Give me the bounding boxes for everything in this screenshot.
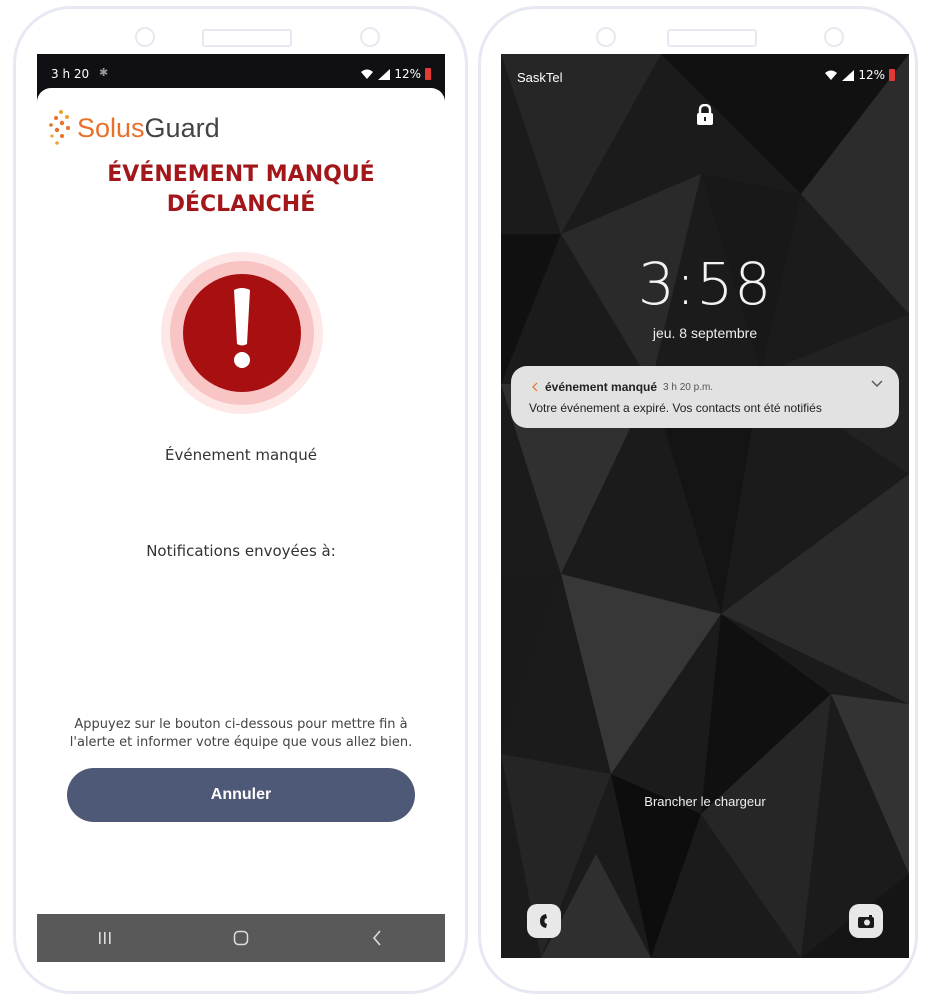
recent-apps-icon [99, 932, 111, 944]
logo-text-solus: Solus [77, 112, 145, 143]
logo-dots-icon [49, 110, 70, 145]
camera-icon [858, 914, 874, 928]
battery-percent: 12% [858, 68, 885, 82]
sensor [824, 27, 844, 47]
back-icon [372, 930, 381, 946]
lock-icon [697, 104, 713, 125]
lock-screen: SaskTel 12% 3:58 jeu. 8 septembre événem… [501, 54, 909, 958]
signal-icon [378, 68, 391, 80]
alert-card: SolusGuard ÉVÉNEMENT MANQUÉ DÉCLANCHÉ Év… [37, 88, 445, 914]
notification-title: événement manqué [545, 380, 658, 394]
notification-card[interactable]: événement manqué 3 h 20 p.m. Votre événe… [511, 366, 899, 428]
camera-shortcut-button[interactable] [849, 904, 883, 938]
battery-icon [889, 69, 895, 81]
back-button[interactable] [357, 923, 397, 953]
front-camera [135, 27, 155, 47]
home-button[interactable] [221, 923, 261, 953]
phone-shortcut-button[interactable] [527, 904, 561, 938]
phone-icon [540, 914, 547, 928]
solusguard-app-screen: 3 h 20 ✱ 12% SolusGuard ÉVÉNEMENT MANQUÉ… [37, 54, 445, 962]
lock-date: jeu. 8 septembre [652, 325, 758, 341]
sensor [360, 27, 380, 47]
status-time: 3 h 20 [51, 67, 90, 81]
notifications-label: Notifications envoyées à: [146, 542, 336, 560]
wifi-icon [825, 70, 838, 80]
lock-screen-wallpaper [501, 54, 909, 958]
home-icon [233, 930, 249, 946]
status-bar: 3 h 20 ✱ 12% [37, 54, 445, 88]
signal-icon [842, 69, 855, 81]
logo-text-guard: Guard [144, 112, 220, 143]
carrier-name: SaskTel [517, 70, 563, 85]
speaker-grille [202, 29, 292, 47]
wifi-icon [361, 69, 374, 79]
notification-time: 3 h 20 p.m. [663, 381, 714, 393]
cancel-button[interactable]: Annuler [67, 768, 415, 822]
alert-title: ÉVÉNEMENT MANQUÉ DÉCLANCHÉ [37, 160, 445, 220]
instructions-text: Appuyez sur le bouton ci-dessous pour me… [69, 717, 413, 750]
charge-message: Brancher le chargeur [644, 794, 766, 809]
exclamation-alert-icon [161, 252, 323, 414]
alert-title-line1: ÉVÉNEMENT MANQUÉ [107, 162, 375, 187]
status-bar: SaskTel 12% [501, 54, 909, 88]
battery-percent: 12% [394, 67, 421, 81]
front-camera [596, 27, 616, 47]
chevron-down-icon[interactable] [871, 380, 883, 388]
solusguard-logo: SolusGuard [47, 108, 220, 148]
lock-clock: 3:58 [637, 250, 773, 318]
speaker-grille [667, 29, 757, 47]
alert-title-line2: DÉCLANCHÉ [166, 192, 316, 217]
battery-icon [425, 68, 431, 80]
android-nav-bar [37, 914, 445, 962]
recent-apps-button[interactable] [85, 923, 125, 953]
app-notification-icon [532, 382, 538, 392]
notification-body: Votre événement a expiré. Vos contacts o… [529, 401, 822, 415]
bluetooth-icon: ✱ [99, 66, 109, 79]
event-label: Événement manqué [165, 446, 317, 464]
